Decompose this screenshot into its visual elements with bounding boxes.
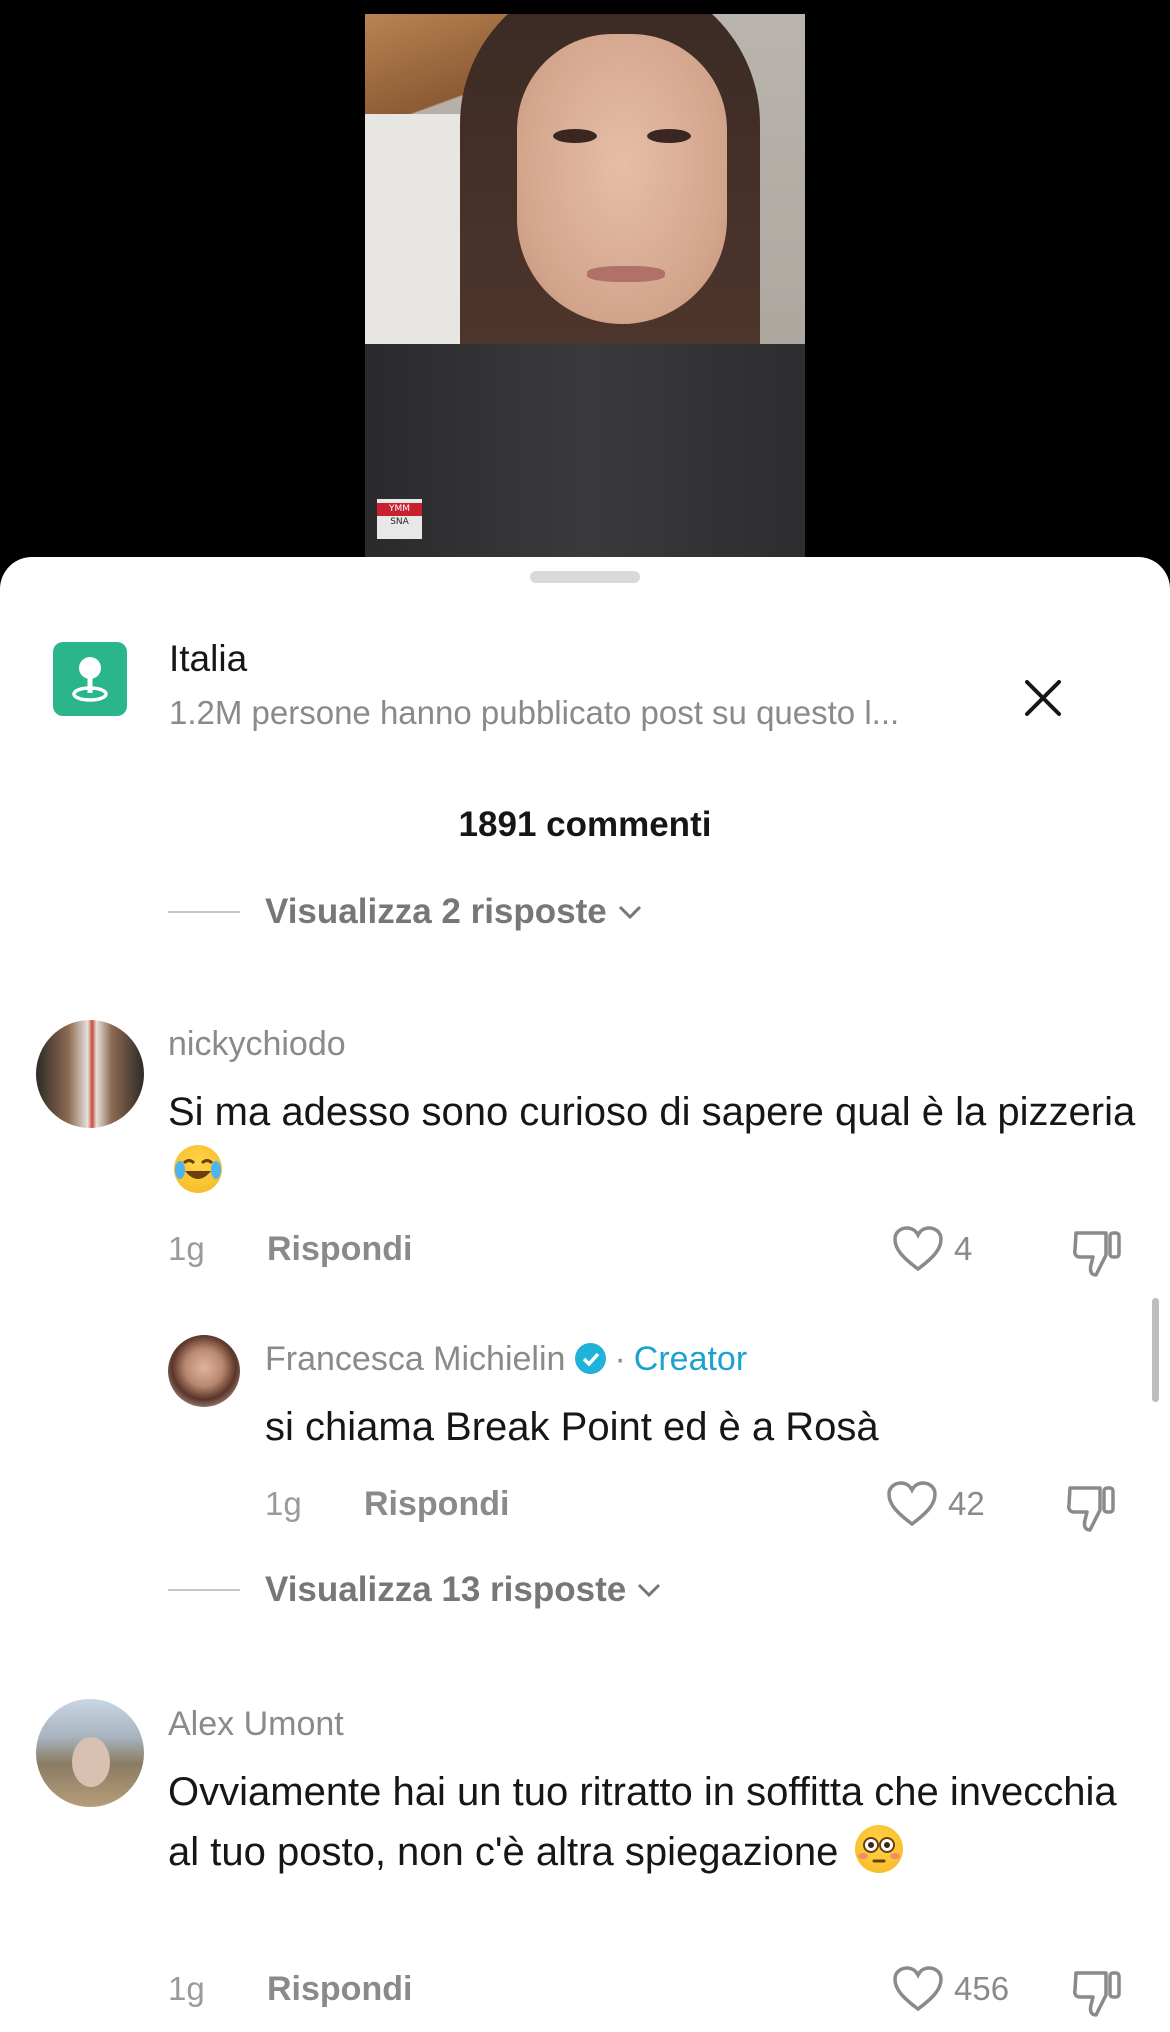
like-count: 42 xyxy=(948,1485,985,1522)
avatar[interactable] xyxy=(36,1020,144,1128)
scrollbar[interactable] xyxy=(1152,1298,1159,1402)
divider-line xyxy=(168,911,240,913)
comment-username[interactable]: Francesca Michielin xyxy=(265,1340,565,1378)
comment-text: Si ma adesso sono curioso di sapere qual… xyxy=(168,1082,1148,1202)
comment-username[interactable]: nickychiodo xyxy=(168,1025,346,1064)
like-button[interactable]: 456 xyxy=(892,1965,1009,2013)
location-banner[interactable]: Italia 1.2M persone hanno pubblicato pos… xyxy=(53,638,1133,731)
heart-icon xyxy=(893,1226,943,1272)
comments-count: 1891 commenti xyxy=(458,805,712,844)
comment-text-body: Ovviamente hai un tuo ritratto in soffit… xyxy=(168,1770,1117,1874)
video-person-lips xyxy=(587,266,665,282)
like-button[interactable]: 42 xyxy=(886,1480,985,1528)
dislike-button[interactable] xyxy=(1070,1225,1124,1279)
like-button[interactable]: 4 xyxy=(892,1225,972,1273)
dislike-button[interactable] xyxy=(1070,1965,1124,2019)
heart-icon xyxy=(893,1966,943,2012)
chevron-down-icon xyxy=(638,1583,661,1598)
like-count: 456 xyxy=(954,1970,1010,2007)
video-shirt-tag-top: YMM xyxy=(377,503,422,516)
comment-time: 1g xyxy=(168,1230,205,1267)
close-icon xyxy=(1025,680,1061,716)
comment-username[interactable]: Alex Umont xyxy=(168,1705,344,1744)
video-person-eye-left xyxy=(553,129,597,143)
location-title: Italia xyxy=(169,638,248,679)
comment-time: 1g xyxy=(168,1970,205,2007)
comment-text: Ovviamente hai un tuo ritratto in soffit… xyxy=(168,1762,1148,1882)
video-player[interactable]: YMM SNA xyxy=(0,0,1170,580)
thumbs-down-icon xyxy=(1067,1486,1115,1532)
flushed-face-icon xyxy=(855,1825,904,1873)
view-replies-button[interactable]: Visualizza 13 risposte xyxy=(168,1565,662,1615)
chevron-down-icon xyxy=(618,905,641,920)
comment-username-line: Francesca Michielin · Creator xyxy=(265,1340,747,1379)
thumbs-down-icon xyxy=(1073,1971,1121,2017)
comment-text: si chiama Break Point ed è a Rosà xyxy=(265,1405,879,1449)
close-button[interactable] xyxy=(1008,663,1078,733)
thumbs-down-icon xyxy=(1073,1231,1121,1277)
video-person-shirt xyxy=(365,344,805,559)
sheet-drag-handle[interactable] xyxy=(530,571,640,583)
reply-button[interactable]: Rispondi xyxy=(364,1485,509,1524)
comment-text-body: Si ma adesso sono curioso di sapere qual… xyxy=(168,1090,1136,1134)
reply-button[interactable]: Rispondi xyxy=(267,1970,412,2009)
face-with-tears-of-joy-icon xyxy=(174,1145,222,1193)
comments-sheet: Italia 1.2M persone hanno pubblicato pos… xyxy=(0,557,1170,2032)
video-shirt-tag: YMM SNA xyxy=(377,499,422,539)
dislike-button[interactable] xyxy=(1064,1480,1118,1534)
avatar[interactable] xyxy=(168,1335,240,1407)
heart-icon xyxy=(887,1481,937,1527)
view-replies-label: Visualizza 2 risposte xyxy=(265,892,607,931)
like-count: 4 xyxy=(954,1230,973,1267)
divider-line xyxy=(168,1589,240,1591)
avatar[interactable] xyxy=(36,1699,144,1807)
video-frame: YMM SNA xyxy=(365,14,805,559)
location-subtitle: 1.2M persone hanno pubblicato post su qu… xyxy=(169,694,900,731)
view-replies-button[interactable]: Visualizza 2 risposte xyxy=(168,887,643,937)
verified-badge-icon xyxy=(575,1343,607,1374)
video-person-face xyxy=(517,34,727,324)
comment-time: 1g xyxy=(265,1485,302,1522)
separator: · xyxy=(614,1340,626,1378)
reply-button[interactable]: Rispondi xyxy=(267,1230,412,1269)
creator-label: Creator xyxy=(633,1340,748,1378)
video-shirt-tag-bottom: SNA xyxy=(390,517,409,527)
location-pin-icon xyxy=(53,642,127,716)
video-person-eye-right xyxy=(647,129,691,143)
view-replies-label: Visualizza 13 risposte xyxy=(265,1570,627,1609)
